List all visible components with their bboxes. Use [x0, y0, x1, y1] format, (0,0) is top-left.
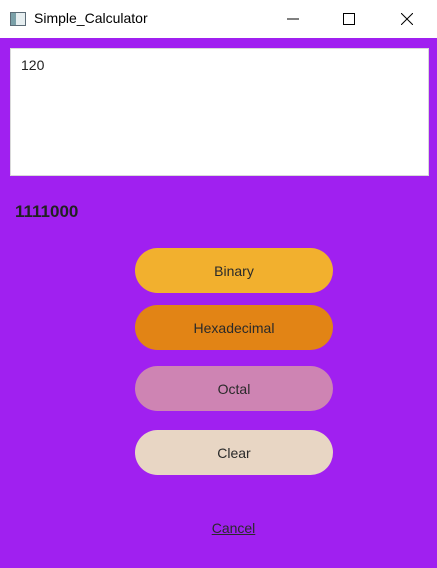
title-bar: Simple_Calculator — [0, 0, 437, 38]
minimize-button[interactable] — [265, 0, 321, 38]
close-icon — [401, 13, 413, 25]
cancel-link[interactable]: Cancel — [0, 520, 437, 536]
octal-button[interactable]: Octal — [135, 366, 333, 411]
minimize-icon — [287, 18, 299, 20]
app-window-icon — [10, 12, 26, 26]
hexadecimal-button[interactable]: Hexadecimal — [135, 305, 333, 350]
window-title: Simple_Calculator — [34, 10, 148, 26]
maximize-icon — [343, 13, 355, 25]
clear-button[interactable]: Clear — [135, 430, 333, 475]
number-input[interactable]: 120 — [10, 48, 429, 176]
app-window: Simple_Calculator 120 1111000 Binary Hex… — [0, 0, 437, 568]
result-label: 1111000 — [15, 202, 79, 221]
close-button[interactable] — [379, 0, 435, 38]
maximize-button[interactable] — [321, 0, 377, 38]
binary-button[interactable]: Binary — [135, 248, 333, 293]
